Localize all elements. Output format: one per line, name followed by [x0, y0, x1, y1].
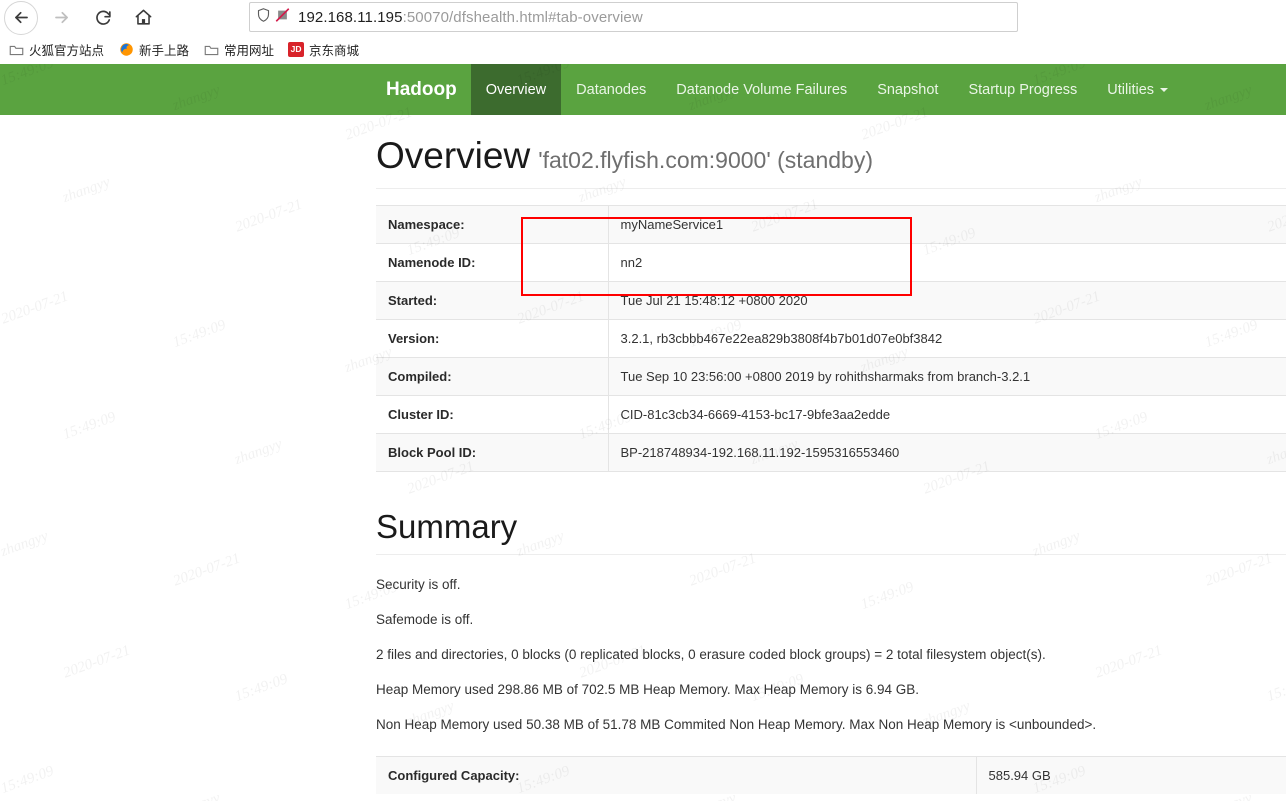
row-value: 585.94 GB [988, 768, 1051, 784]
bookmarks-bar: 火狐官方站点 新手上路 常用网址 JD 京东商城 [0, 36, 1286, 63]
row-key: Compiled: [376, 357, 609, 396]
summary-title: Summary [376, 508, 1286, 556]
tab-label: Snapshot [877, 81, 939, 98]
row-key: Block Pool ID: [376, 433, 609, 472]
url-path: :50070/dfshealth.html#tab-overview [402, 8, 643, 26]
tab-label: Utilities [1107, 81, 1155, 98]
watermark-text: zhangyy [0, 528, 51, 560]
tab-datanodes[interactable]: Datanodes [561, 64, 661, 115]
watermark-text: zhangyy [232, 436, 285, 468]
tab-utilities[interactable]: Utilities [1092, 64, 1183, 115]
bookmark-label: 新手上路 [139, 44, 190, 58]
bookmark-label: 火狐官方站点 [29, 44, 105, 58]
overview-title-text: Overview [376, 135, 531, 176]
home-button[interactable] [126, 1, 160, 35]
summary-line: Security is off. [376, 577, 461, 593]
overview-subtitle: 'fat02.flyfish.com:9000' (standby) [538, 147, 873, 173]
watermark-text: 15:49:09 [0, 763, 56, 797]
page-viewport: zhangyy 2020-07-21 15:49:09 zhangyy 2020-07-… [0, 64, 1286, 801]
summary-line: Heap Memory used 298.86 MB of 702.5 MB H… [376, 682, 919, 698]
tab-snapshot[interactable]: Snapshot [862, 64, 953, 115]
watermark-text: 15:49:09 [232, 671, 290, 705]
tracking-protection-disabled-icon[interactable] [275, 7, 290, 28]
table-row: Started: Tue Jul 21 15:48:12 +0800 2020 [376, 281, 1286, 320]
reload-button[interactable] [86, 1, 120, 35]
page-title: Overview 'fat02.flyfish.com:9000' (standb… [376, 135, 1286, 189]
main-content: Overview 'fat02.flyfish.com:9000' (standb… [376, 115, 1286, 795]
watermark-text: 2020-07-21 [0, 288, 71, 328]
watermark-text: zhangyy [60, 174, 113, 206]
tab-label: Datanodes [576, 81, 647, 98]
jd-icon-text: JD [288, 42, 305, 57]
navbar-brand[interactable]: Hadoop [372, 64, 471, 115]
url-host: 192.168.11.195 [298, 8, 403, 26]
table-row: Block Pool ID: BP-218748934-192.168.11.1… [376, 433, 1286, 472]
jd-icon: JD [288, 42, 305, 58]
row-value: BP-218748934-192.168.11.192-159531655346… [620, 444, 900, 460]
summary-line: Safemode is off. [376, 612, 474, 628]
table-row: Configured Capacity: 585.94 GB [376, 756, 1286, 795]
shield-icon[interactable] [256, 7, 271, 28]
row-value: nn2 [620, 254, 643, 270]
watermark-text: 2020-07-21 [171, 550, 243, 590]
bookmark-firefox-official[interactable]: 火狐官方站点 [8, 40, 104, 59]
folder-icon [8, 42, 24, 58]
table-row: Compiled: Tue Sep 10 23:56:00 +0800 2019… [376, 357, 1286, 396]
url-bar[interactable]: 192.168.11.195:50070/dfshealth.html#tab-… [249, 2, 1018, 32]
bookmark-label: 京东商城 [309, 44, 360, 58]
watermark-text: zhangyy [171, 790, 223, 801]
row-key: Namenode ID: [376, 243, 609, 282]
table-row: Namespace: myNameService1 [376, 205, 1286, 244]
row-value: CID-81c3cb34-6669-4153-bc17-9bfe3aa2edde [620, 406, 891, 422]
browser-chrome: 192.168.11.195:50070/dfshealth.html#tab-… [0, 0, 1286, 64]
row-key: Version: [376, 319, 609, 358]
hadoop-navbar: Hadoop Overview Datanodes Datanode Volum… [0, 64, 1286, 115]
tab-label: Datanode Volume Failures [676, 81, 848, 98]
url-text: 192.168.11.195:50070/dfshealth.html#tab-… [298, 9, 643, 26]
overview-info-table: Namespace: myNameService1 Namenode ID: n… [376, 205, 1286, 472]
watermark-text: 15:49:09 [170, 317, 228, 351]
row-value: Tue Sep 10 23:56:00 +0800 2019 by rohith… [620, 368, 1031, 384]
row-value: Tue Jul 21 15:48:12 +0800 2020 [620, 292, 808, 308]
bookmark-label: 常用网址 [224, 44, 275, 58]
row-key: Configured Capacity: [376, 756, 977, 795]
watermark-text: 15:49:09 [60, 409, 118, 443]
table-row: Version: 3.2.1, rb3cbbb467e22ea829b3808f… [376, 319, 1286, 358]
tab-datanode-volume-failures[interactable]: Datanode Volume Failures [661, 64, 862, 115]
forward-button[interactable] [44, 1, 78, 35]
tab-label: Startup Progress [968, 81, 1078, 98]
table-row: Cluster ID: CID-81c3cb34-6669-4153-bc17-… [376, 395, 1286, 434]
folder-icon [203, 42, 219, 58]
capacity-table: Configured Capacity: 585.94 GB [376, 756, 1286, 795]
row-key: Cluster ID: [376, 395, 609, 434]
table-row: Namenode ID: nn2 [376, 243, 1286, 282]
summary-line: 2 files and directories, 0 blocks (0 rep… [376, 647, 1046, 663]
bookmark-getting-started[interactable]: 新手上路 [118, 40, 189, 59]
row-key: Started: [376, 281, 609, 320]
firefox-icon [118, 42, 134, 58]
watermark-text: 2020-07-21 [61, 642, 133, 682]
chevron-down-icon [1160, 87, 1169, 92]
back-button[interactable] [4, 0, 38, 35]
tab-overview[interactable]: Overview [470, 64, 562, 115]
browser-toolbar: 192.168.11.195:50070/dfshealth.html#tab-… [0, 0, 1286, 35]
bookmark-jd-mall[interactable]: JD 京东商城 [288, 40, 359, 59]
tab-startup-progress[interactable]: Startup Progress [953, 64, 1092, 115]
watermark-text: 2020-07-21 [233, 196, 305, 236]
bookmark-common-sites[interactable]: 常用网址 [203, 40, 274, 59]
row-key: Namespace: [376, 205, 609, 244]
summary-line: Non Heap Memory used 50.38 MB of 51.78 M… [376, 717, 1097, 733]
tab-label: Overview [485, 81, 547, 98]
row-value: myNameService1 [620, 216, 724, 232]
row-value: 3.2.1, rb3cbbb467e22ea829b3808f4b7b01d07… [620, 330, 943, 346]
